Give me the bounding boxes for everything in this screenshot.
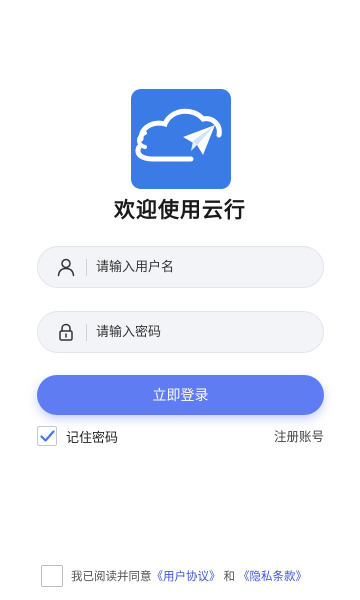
password-input[interactable]: [96, 312, 311, 352]
app-title: 欢迎使用云行: [114, 198, 246, 222]
user-icon: [56, 257, 76, 277]
register-link[interactable]: 注册账号: [274, 426, 324, 445]
agreement-and: 和: [223, 569, 236, 583]
username-input[interactable]: [96, 247, 311, 287]
password-field[interactable]: [37, 311, 324, 353]
cloud-paper-plane-icon: [135, 108, 222, 162]
login-button[interactable]: 立即登录: [37, 375, 324, 415]
agreement-row: 我已阅读并同意 《用户协议》 和 《隐私条款》: [41, 564, 307, 588]
agreement-text: 我已阅读并同意: [71, 569, 152, 583]
field-divider: [86, 259, 87, 276]
app-logo: [131, 89, 231, 189]
lock-icon: [56, 322, 76, 342]
username-field[interactable]: [37, 246, 324, 288]
field-divider: [86, 324, 87, 341]
remember-password[interactable]: 记住密码: [37, 425, 118, 447]
privacy-policy-link[interactable]: 《隐私条款》: [238, 568, 307, 584]
remember-checkbox[interactable]: [37, 426, 57, 446]
user-agreement-link[interactable]: 《用户协议》: [152, 568, 221, 584]
agreement-checkbox[interactable]: [41, 565, 63, 587]
remember-label: 记住密码: [66, 430, 119, 446]
checkmark-icon: [40, 430, 55, 442]
